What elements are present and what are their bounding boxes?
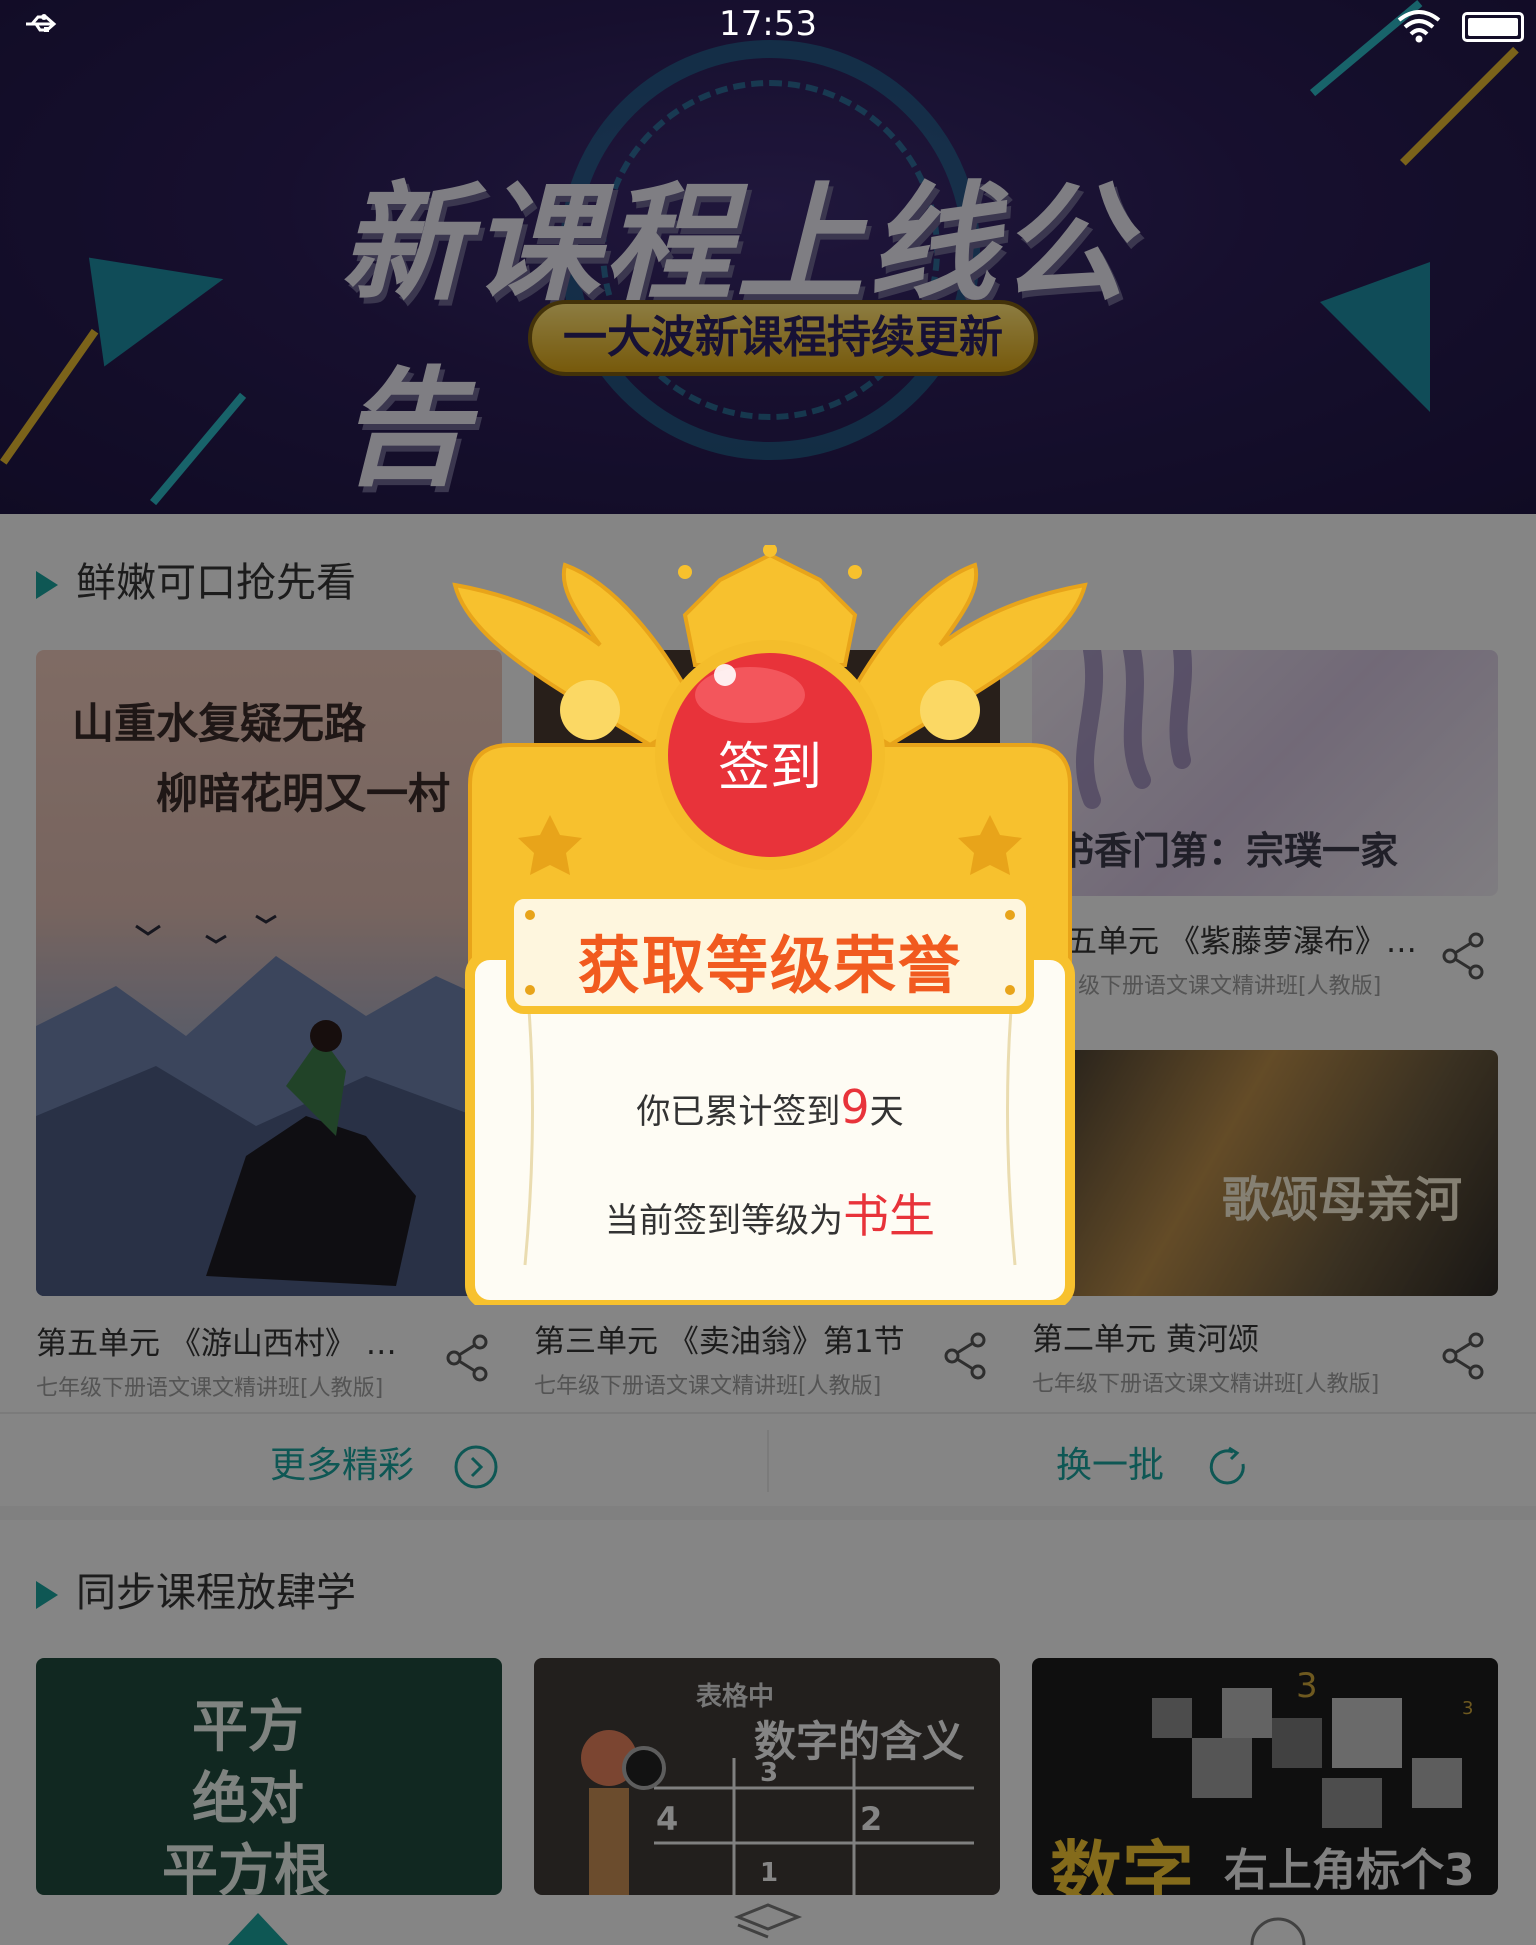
clock: 17:53 bbox=[719, 4, 817, 44]
checkin-level-line: 当前签到等级为书生 bbox=[470, 1180, 1070, 1246]
days-prefix: 你已累计签到 bbox=[636, 1092, 841, 1132]
status-bar: 17:53 bbox=[0, 0, 1536, 50]
checkin-label: 签到 bbox=[717, 738, 822, 798]
days-count: 9 bbox=[840, 1080, 870, 1134]
checkin-days-line: 你已累计签到9天 bbox=[470, 1080, 1070, 1134]
level-prefix: 当前签到等级为 bbox=[605, 1201, 843, 1241]
battery-icon bbox=[1462, 12, 1524, 42]
modal-header: 获取等级荣誉 bbox=[577, 929, 962, 1002]
level-value: 书生 bbox=[843, 1189, 935, 1243]
checkin-button[interactable]: 签到 bbox=[670, 655, 870, 855]
wifi-icon bbox=[1397, 10, 1441, 43]
days-suffix: 天 bbox=[869, 1092, 904, 1132]
checkin-modal: 签到 获取等级荣誉 你已累计签到9天 当前签到等级为书生 bbox=[450, 545, 1090, 1305]
